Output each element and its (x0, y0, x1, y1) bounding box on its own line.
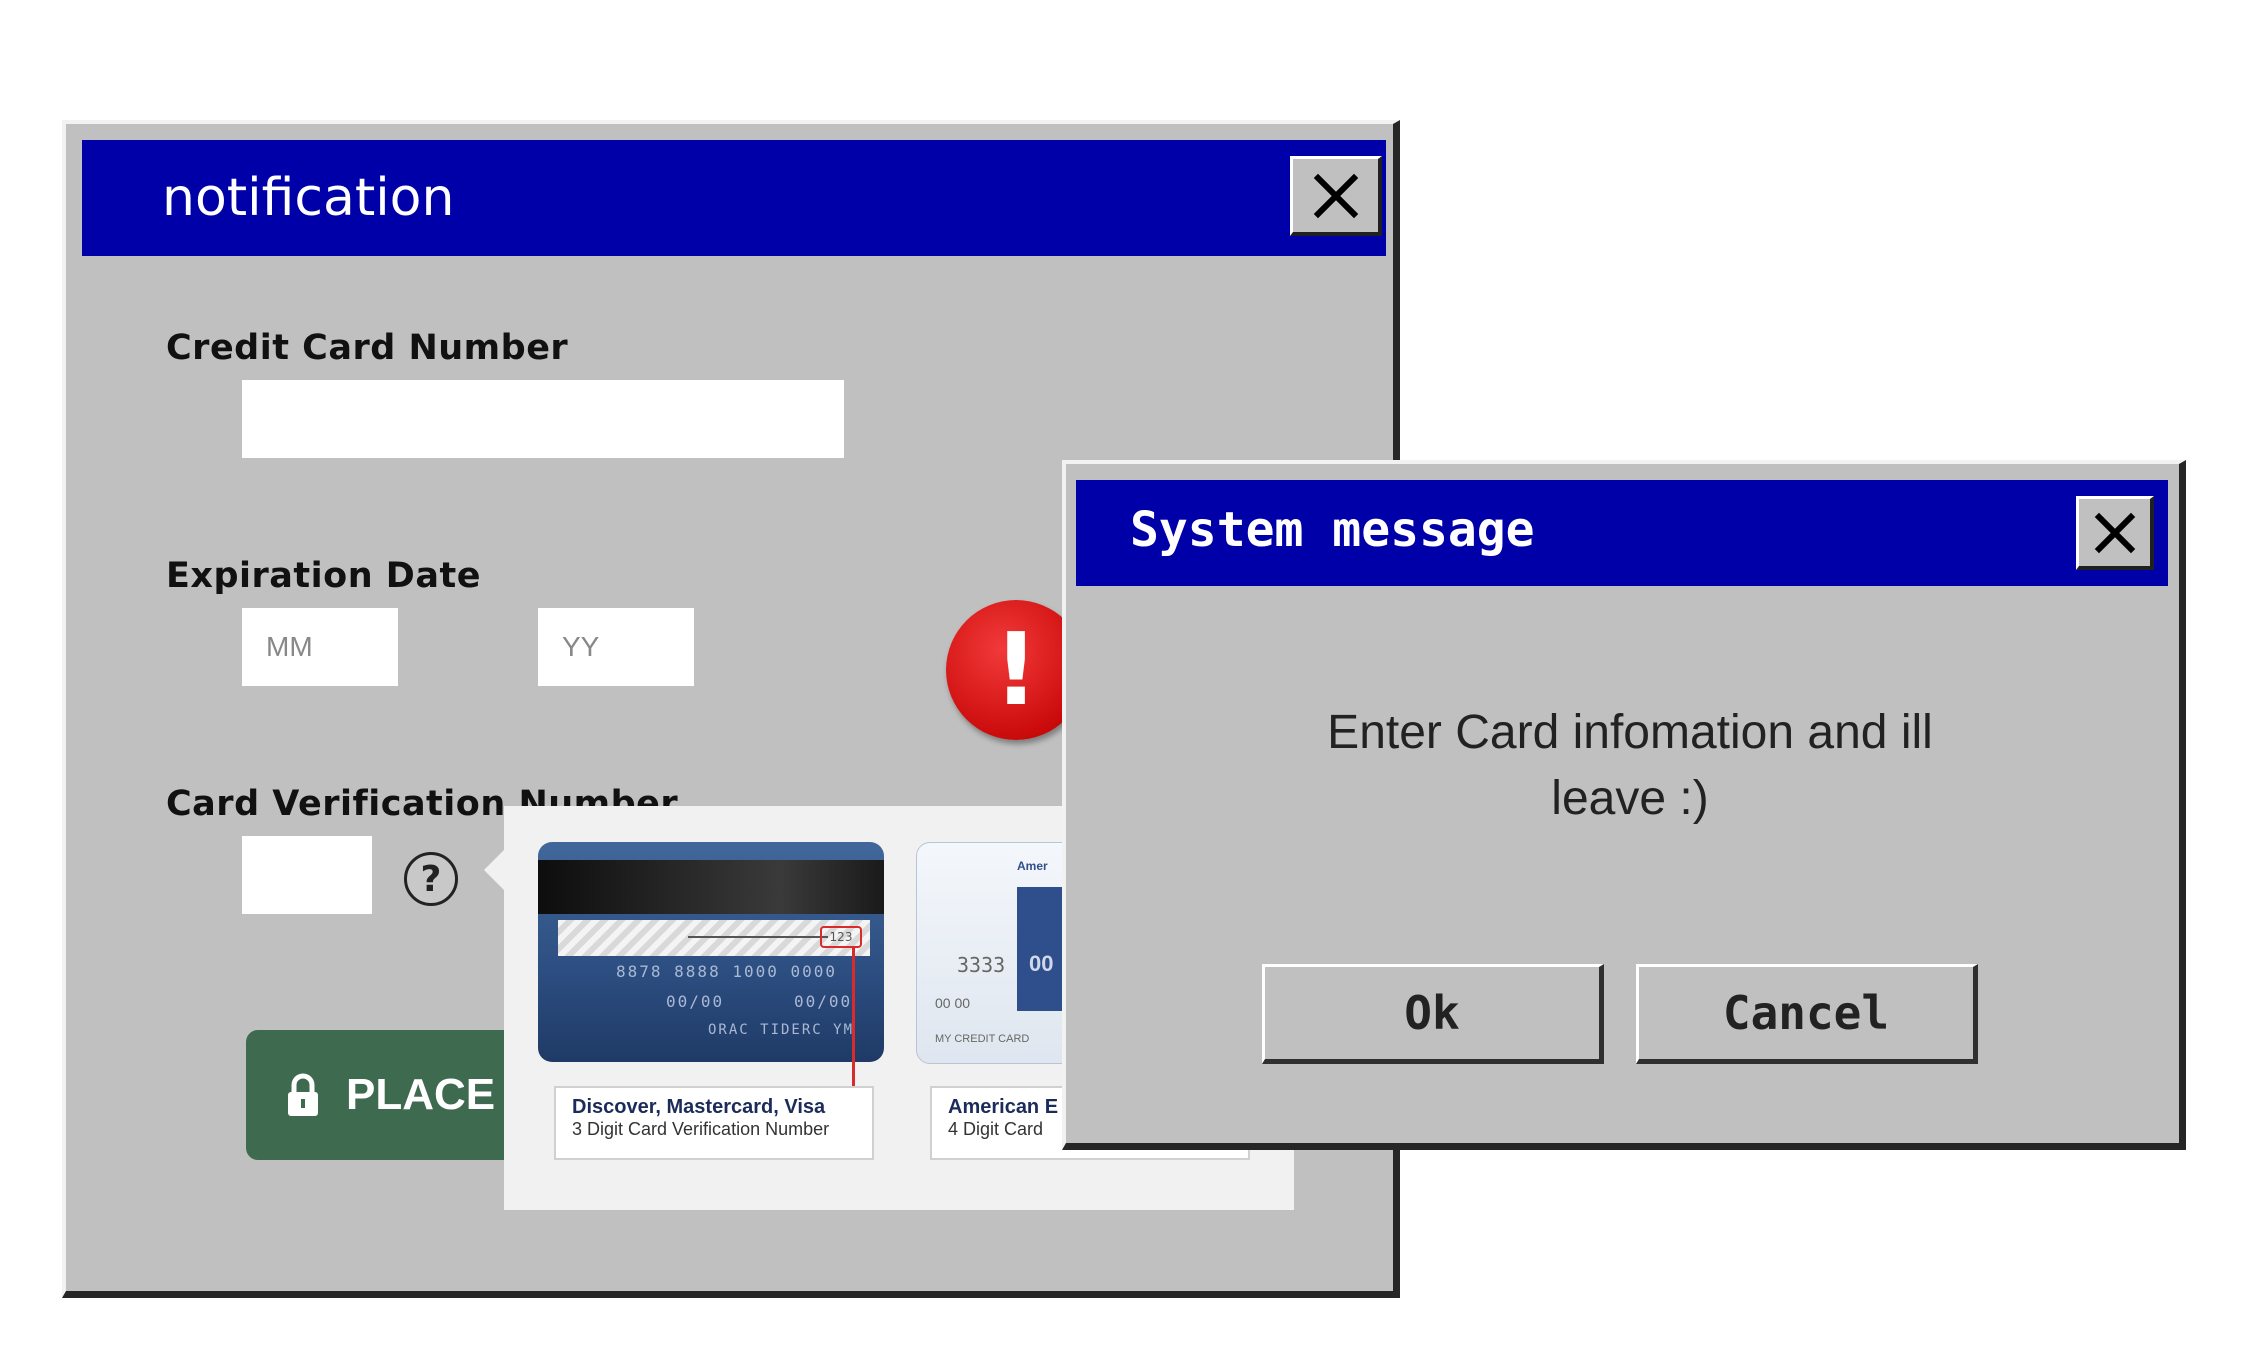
system-message-title: System message (1130, 502, 1535, 558)
visa-card-image: 123 8878 8888 1000 0000 00/00 00/00 ORAC… (538, 842, 884, 1062)
lock-icon (288, 1073, 318, 1116)
signature-line (688, 936, 828, 938)
system-message-text: Enter Card infomation and ill leave :) (1166, 700, 2094, 832)
card-number-digits: 8878 8888 1000 0000 (616, 962, 838, 981)
card-number-label: Credit Card Number (166, 328, 569, 368)
visa-card-caption: Discover, Mastercard, Visa 3 Digit Card … (554, 1086, 874, 1160)
place-order-label: PLACE (346, 1070, 496, 1119)
card-holder-name: ORAC TIDERC YM (708, 1022, 855, 1038)
amex-holder-name: MY CREDIT CARD (935, 1033, 1030, 1045)
system-message-close-button[interactable] (2076, 496, 2154, 570)
visa-caption-subtitle: 3 Digit Card Verification Number (572, 1119, 830, 1139)
close-icon (1313, 173, 1358, 218)
tooltip-arrow (484, 848, 506, 892)
expiration-year-input[interactable] (538, 608, 694, 686)
card-date-digits: 00/00 00/00 (666, 992, 853, 1011)
expiration-month-input[interactable] (242, 608, 398, 686)
amex-date-digits: 00 00 (935, 995, 971, 1011)
amex-number-digits: 3333 (957, 953, 1006, 977)
visa-caption-title: Discover, Mastercard, Visa (572, 1096, 826, 1118)
ok-button[interactable]: Ok (1262, 964, 1604, 1064)
message-line-2: leave :) (1551, 772, 1709, 825)
cvv-input[interactable] (242, 836, 372, 914)
system-message-window: System message Enter Card infomation and… (1062, 460, 2186, 1150)
magnetic-stripe (538, 860, 884, 914)
cancel-button[interactable]: Cancel (1636, 964, 1978, 1064)
question-circle-icon[interactable]: ? (404, 852, 458, 906)
close-icon (2094, 512, 2135, 553)
system-message-title-bar[interactable]: System message (1076, 480, 2168, 586)
cvv-highlight-box: 123 (820, 926, 862, 948)
alert-glyph: ! (993, 611, 1039, 728)
notification-title: notification (162, 168, 455, 228)
amex-badge-digits: 00 (1029, 951, 1054, 976)
notification-title-bar[interactable]: notification (82, 140, 1386, 256)
notification-close-button[interactable] (1290, 156, 1382, 236)
card-number-input[interactable] (242, 380, 844, 458)
message-line-1: Enter Card infomation and ill (1327, 706, 1933, 759)
amex-brand-text: Amer (1017, 859, 1048, 873)
expiration-date-label: Expiration Date (166, 556, 481, 596)
